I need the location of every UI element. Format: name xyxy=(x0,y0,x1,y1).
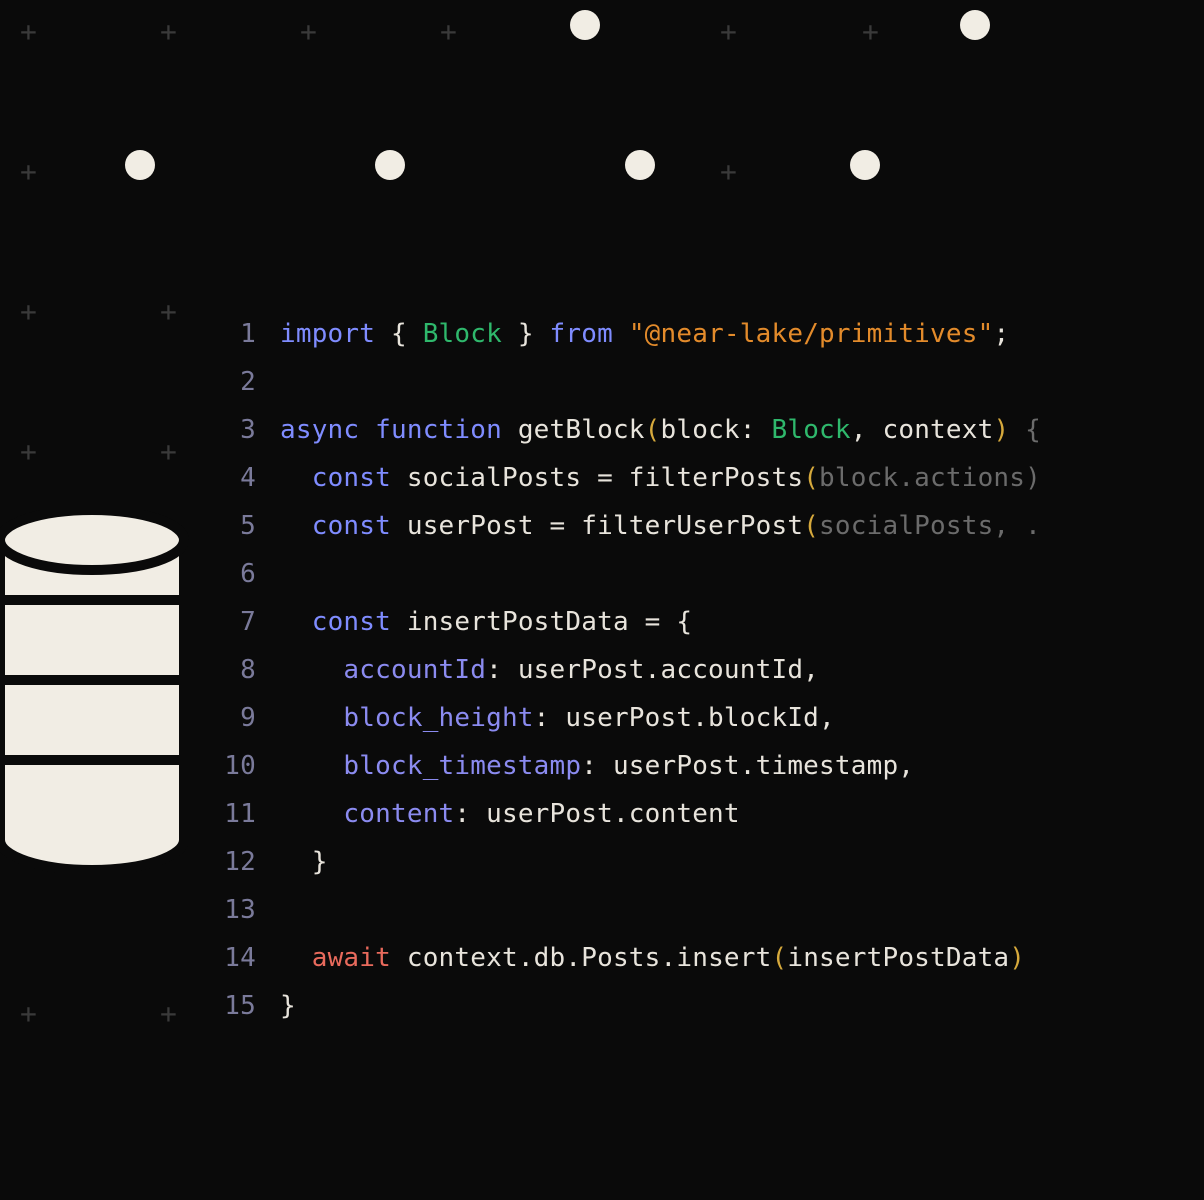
code-line[interactable]: 4 const socialPosts = filterPosts(block.… xyxy=(220,454,1204,502)
line-number: 9 xyxy=(220,694,280,742)
code-line[interactable]: 8 accountId: userPost.accountId, xyxy=(220,646,1204,694)
code-line[interactable]: 12 } xyxy=(220,838,1204,886)
line-number: 12 xyxy=(220,838,280,886)
code-content[interactable]: block_timestamp: userPost.timestamp, xyxy=(280,742,1204,790)
code-content[interactable]: await context.db.Posts.insert(insertPost… xyxy=(280,934,1204,982)
dot xyxy=(375,150,405,180)
code-content[interactable]: block_height: userPost.blockId, xyxy=(280,694,1204,742)
line-number: 5 xyxy=(220,502,280,550)
code-content[interactable]: import { Block } from "@near-lake/primit… xyxy=(280,310,1204,358)
code-line[interactable]: 9 block_height: userPost.blockId, xyxy=(220,694,1204,742)
line-number: 11 xyxy=(220,790,280,838)
line-number: 2 xyxy=(220,358,280,406)
line-number: 7 xyxy=(220,598,280,646)
code-line[interactable]: 11 content: userPost.content xyxy=(220,790,1204,838)
code-line[interactable]: 5 const userPost = filterUserPost(social… xyxy=(220,502,1204,550)
dot xyxy=(850,150,880,180)
code-content[interactable]: accountId: userPost.accountId, xyxy=(280,646,1204,694)
line-number: 14 xyxy=(220,934,280,982)
code-content[interactable]: content: userPost.content xyxy=(280,790,1204,838)
code-line[interactable]: 3async function getBlock(block: Block, c… xyxy=(220,406,1204,454)
dot xyxy=(960,10,990,40)
line-number: 13 xyxy=(220,886,280,934)
code-line[interactable]: 1import { Block } from "@near-lake/primi… xyxy=(220,310,1204,358)
code-content[interactable]: } xyxy=(280,982,1204,1030)
line-number: 8 xyxy=(220,646,280,694)
code-line[interactable]: 13 xyxy=(220,886,1204,934)
code-line[interactable]: 14 await context.db.Posts.insert(insertP… xyxy=(220,934,1204,982)
code-content[interactable] xyxy=(280,358,1204,406)
line-number: 10 xyxy=(220,742,280,790)
code-content[interactable] xyxy=(280,886,1204,934)
line-number: 6 xyxy=(220,550,280,598)
code-content[interactable]: const insertPostData = { xyxy=(280,598,1204,646)
dot xyxy=(570,10,600,40)
code-content[interactable]: } xyxy=(280,838,1204,886)
code-editor[interactable]: 1import { Block } from "@near-lake/primi… xyxy=(220,310,1204,1030)
line-number: 15 xyxy=(220,982,280,1030)
code-line[interactable]: 6 xyxy=(220,550,1204,598)
dot xyxy=(625,150,655,180)
code-line[interactable]: 2 xyxy=(220,358,1204,406)
code-content[interactable]: async function getBlock(block: Block, co… xyxy=(280,406,1204,454)
line-number: 4 xyxy=(220,454,280,502)
code-content[interactable] xyxy=(280,550,1204,598)
code-line[interactable]: 7 const insertPostData = { xyxy=(220,598,1204,646)
code-content[interactable]: const userPost = filterUserPost(socialPo… xyxy=(280,502,1204,550)
database-icon xyxy=(0,510,195,910)
dot xyxy=(125,150,155,180)
line-number: 1 xyxy=(220,310,280,358)
line-number: 3 xyxy=(220,406,280,454)
code-line[interactable]: 15} xyxy=(220,982,1204,1030)
code-line[interactable]: 10 block_timestamp: userPost.timestamp, xyxy=(220,742,1204,790)
code-content[interactable]: const socialPosts = filterPosts(block.ac… xyxy=(280,454,1204,502)
